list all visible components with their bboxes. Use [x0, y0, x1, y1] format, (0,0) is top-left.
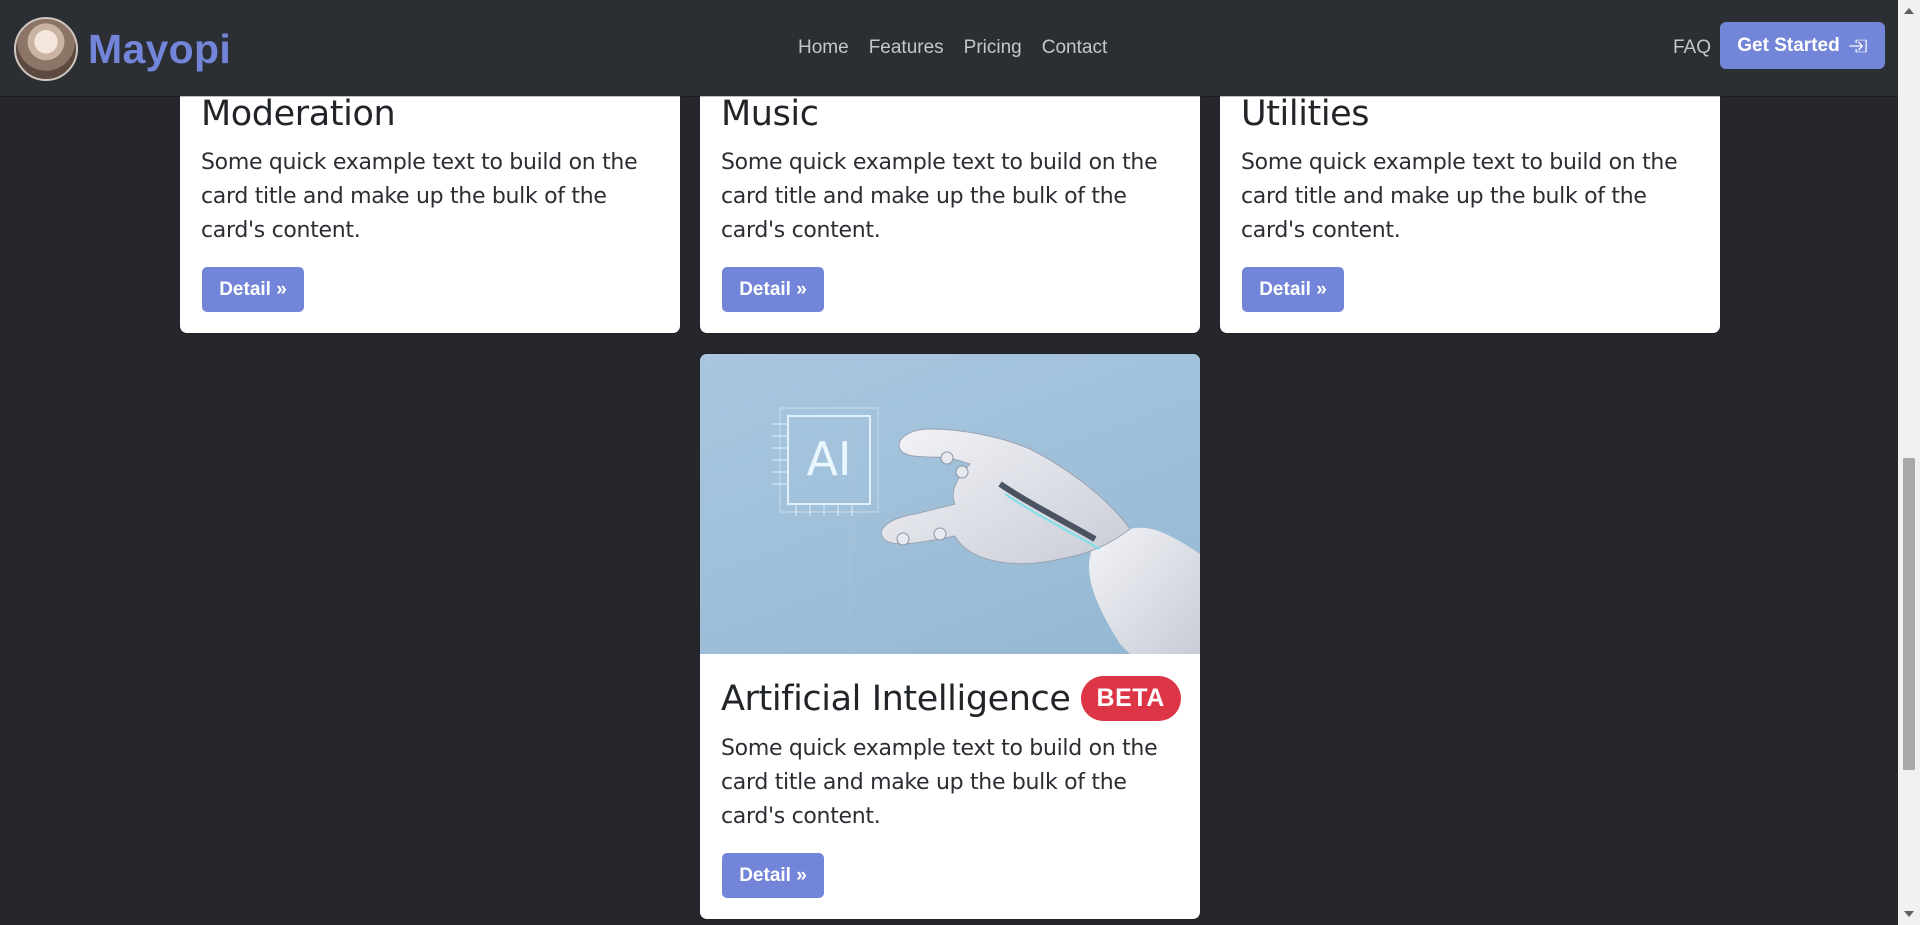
scroll-thumb[interactable] [1903, 458, 1915, 770]
brand-name: Mayopi [88, 25, 232, 72]
detail-button[interactable]: Detail » [202, 267, 304, 312]
card-title: Music [721, 94, 819, 134]
nav-link-contact[interactable]: Contact [1032, 36, 1117, 60]
card-title: Artificial Intelligence [721, 679, 1071, 719]
nav-link-faq[interactable]: FAQ [1673, 36, 1711, 60]
detail-button[interactable]: Detail » [722, 267, 824, 312]
scroll-down-arrow-icon[interactable] [1904, 911, 1914, 917]
card-title: Moderation [201, 94, 396, 134]
brand[interactable]: Mayopi [14, 17, 231, 81]
nav-link-features[interactable]: Features [859, 36, 954, 60]
nav-link-home[interactable]: Home [798, 36, 859, 60]
nav-link-pricing[interactable]: Pricing [954, 36, 1032, 60]
avatar [14, 17, 78, 81]
robot-hand-illustration: AI [772, 354, 1200, 654]
card-text: Some quick example text to build on the … [721, 736, 1158, 829]
card-text: Some quick example text to build on the … [1241, 150, 1678, 243]
scrollbar[interactable] [1898, 0, 1920, 925]
card-music: Music Some quick example text to build o… [700, 60, 1200, 333]
robot-hand-image: AI [700, 354, 1200, 654]
get-started-label: Get Started [1737, 34, 1840, 56]
beta-badge: BETA [1080, 676, 1181, 721]
card-text: Some quick example text to build on the … [201, 150, 638, 243]
ai-chip-label: AI [806, 432, 851, 486]
get-started-button[interactable]: Get Started [1720, 22, 1885, 69]
card-text: Some quick example text to build on the … [721, 150, 1158, 243]
sign-in-icon [1848, 39, 1867, 52]
card-moderation: Moderation Some quick example text to bu… [180, 60, 680, 333]
detail-button[interactable]: Detail » [1242, 267, 1344, 312]
card-artificial-intelligence: AI Artificial Intelligence BETA Some quic… [700, 354, 1200, 919]
card-utilities: Utilities Some quick example text to bui… [1220, 60, 1720, 333]
card-title-row: Artificial Intelligence BETA [721, 676, 1181, 721]
card-title: Utilities [1241, 94, 1370, 134]
navbar: Mayopi Home Features Pricing Contact FAQ… [0, 0, 1898, 96]
nav-links: Home Features Pricing Contact [798, 36, 1117, 60]
detail-button[interactable]: Detail » [722, 853, 824, 898]
scroll-up-arrow-icon[interactable] [1904, 8, 1914, 14]
